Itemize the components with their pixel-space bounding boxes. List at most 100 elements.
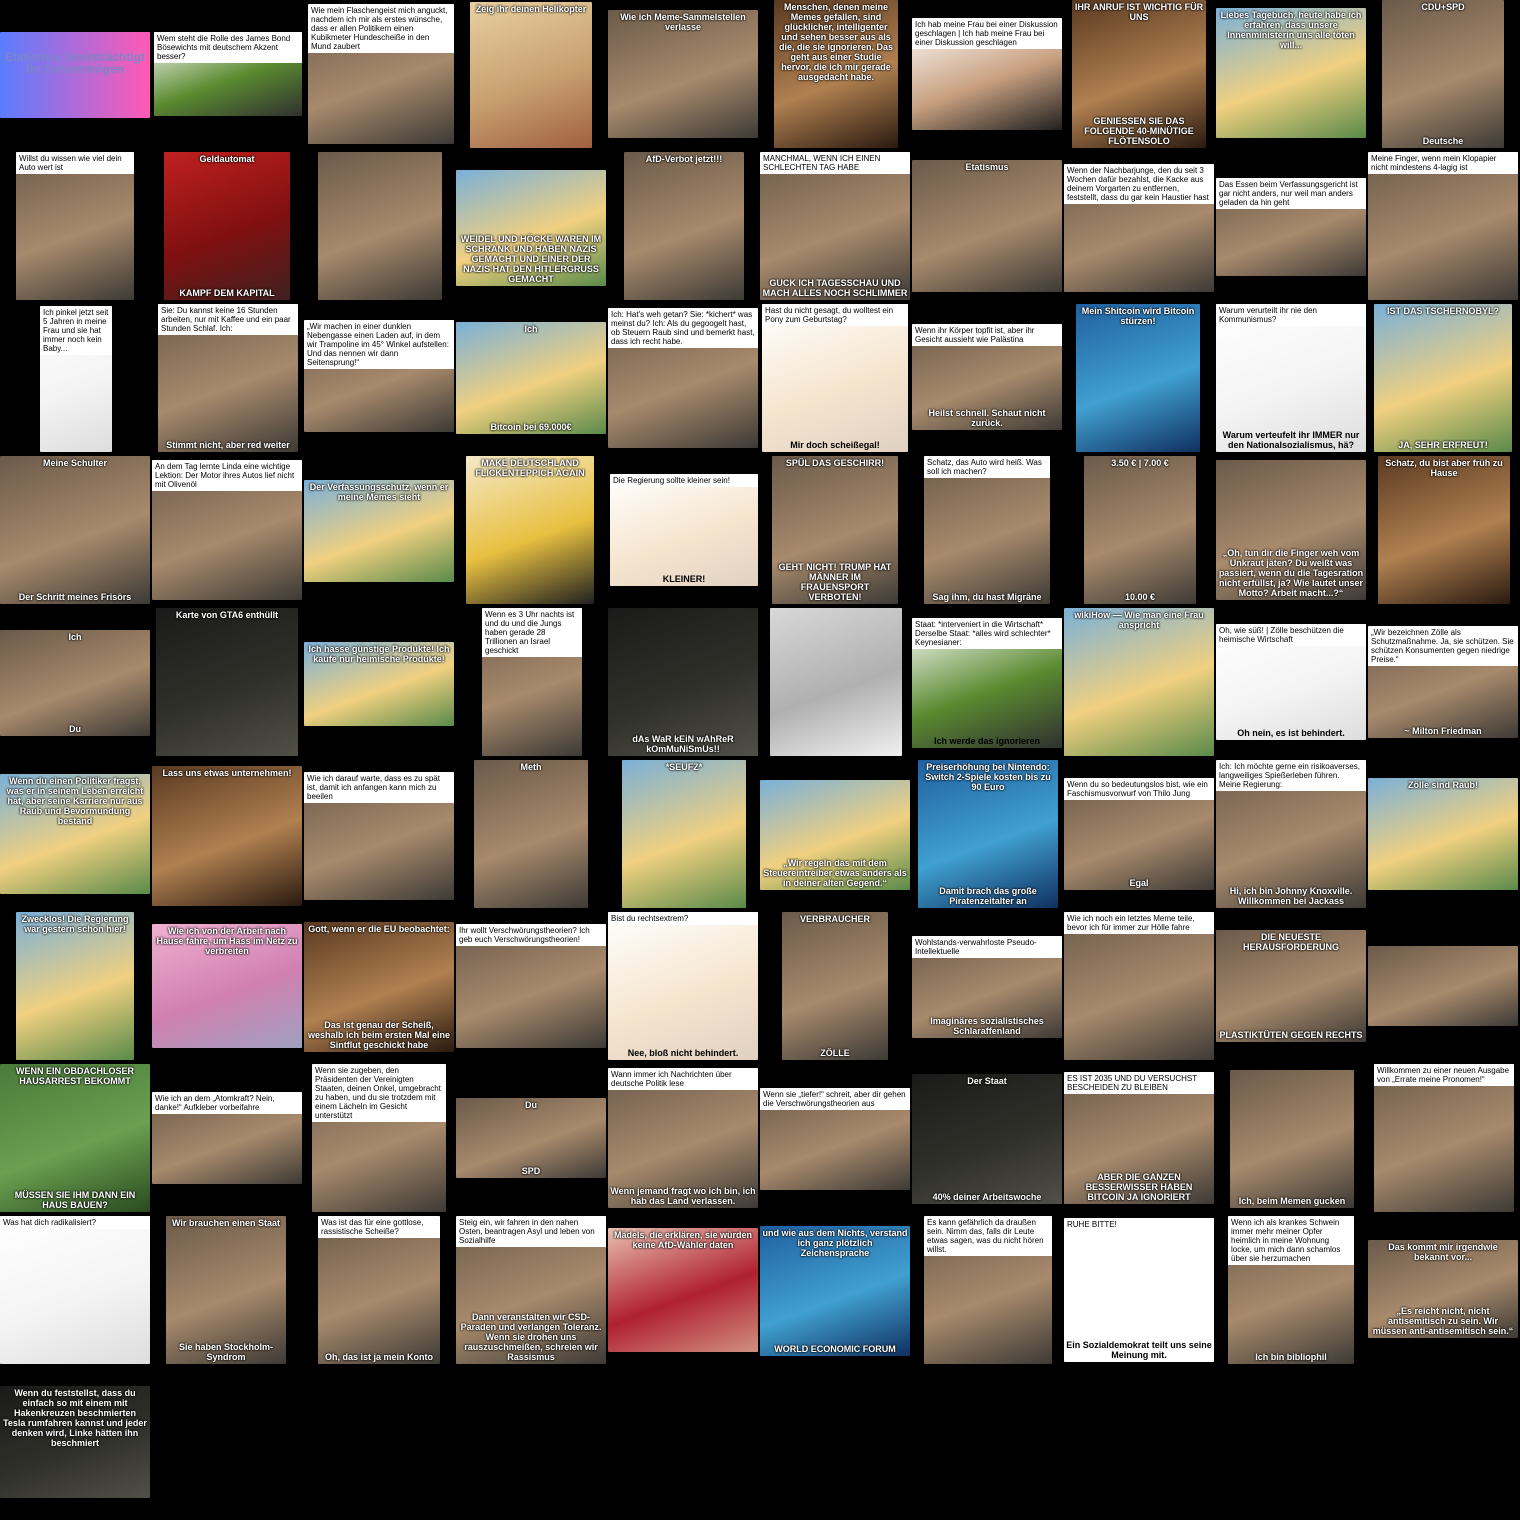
meme-caption-top: ES IST 2035 UND DU VERSUCHST BESCHEIDEN … bbox=[1064, 1072, 1214, 1094]
meme-tile[interactable]: Wem steht die Rolle des James Bond Bösew… bbox=[152, 0, 304, 152]
meme-tile[interactable]: An dem Tag lernte Linda eine wichtige Le… bbox=[152, 456, 304, 608]
meme-tile[interactable]: Wie mein Flaschengeist mich anguckt, nac… bbox=[304, 0, 456, 152]
meme-caption-bottom: Stimmt nicht, aber red weiter bbox=[166, 440, 290, 450]
meme-tile[interactable]: Mein Shitcoin wird Bitcoin stürzen! bbox=[1064, 304, 1216, 456]
meme-tile[interactable]: Menschen, denen meine Memes gefallen, si… bbox=[760, 0, 912, 152]
meme-tile[interactable]: ES IST 2035 UND DU VERSUCHST BESCHEIDEN … bbox=[1064, 1064, 1216, 1216]
meme-tile[interactable]: WENN EIN OBDACHLOSER HAUSARREST BEKOMMT M… bbox=[0, 1064, 152, 1216]
meme-tile[interactable]: Ich Du bbox=[0, 608, 152, 760]
meme-tile[interactable]: Ich hasse günstige Produkte! Ich kaufe n… bbox=[304, 608, 456, 760]
meme-tile[interactable]: WEIDEL UND HÖCKE WAREN IM SCHRANK UND HA… bbox=[456, 152, 608, 304]
meme-tile[interactable]: Wenn ich als krankes Schwein immer mehr … bbox=[1216, 1216, 1368, 1368]
meme-tile[interactable]: MANCHMAL, WENN ICH EINEN SCHLECHTEN TAG … bbox=[760, 152, 912, 304]
meme-tile[interactable]: Was hat dich radikalisiert? bbox=[0, 1216, 152, 1368]
meme-tile[interactable]: Wie ich von der Arbeit nach Hause fahre,… bbox=[152, 912, 304, 1064]
meme-tile[interactable]: Willkommen zu einer neuen Ausgabe von „E… bbox=[1368, 1064, 1520, 1216]
meme-tile[interactable]: Was ist das für eine gottlose, rassistis… bbox=[304, 1216, 456, 1368]
meme-tile[interactable]: Liebes Tagebuch, heute habe ich erfahren… bbox=[1216, 0, 1368, 152]
meme-tile[interactable]: Karte von GTA6 enthüllt bbox=[152, 608, 304, 760]
meme-tile[interactable]: Wann immer ich Nachrichten über deutsche… bbox=[608, 1064, 760, 1216]
meme-tile[interactable]: Wir brauchen einen Staat Sie haben Stockh… bbox=[152, 1216, 304, 1368]
meme-tile[interactable]: Wenn du so bedeutungslos bist, wie ein F… bbox=[1064, 760, 1216, 912]
meme-tile[interactable]: Zwecklos! Die Regierung war gestern scho… bbox=[0, 912, 152, 1064]
meme-tile[interactable]: IST DAS TSCHERNOBYL? JA, SEHR ERFREUT! bbox=[1368, 304, 1520, 456]
meme-tile[interactable]: DIE NEUESTE HERAUSFORDERUNG PLASTIKTÜTEN … bbox=[1216, 912, 1368, 1064]
meme-tile[interactable]: Wohlstands-verwahrloste Pseudo-Intellekt… bbox=[912, 912, 1064, 1064]
meme-tile[interactable] bbox=[1368, 912, 1520, 1064]
meme-tile[interactable]: Meine Finger, wenn mein Klopapier nicht … bbox=[1368, 152, 1520, 304]
meme-tile[interactable]: Der Verfassungsschutz, wenn er meine Mem… bbox=[304, 456, 456, 608]
meme-tile[interactable]: MAKE DEUTSCHLAND FLICKENTEPPICH AGAIN bbox=[456, 456, 608, 608]
meme-tile[interactable]: VERBRAUCHER ZÖLLE bbox=[760, 912, 912, 1064]
meme-tile[interactable]: „Wir regeln das mit dem Steuereintreiber… bbox=[760, 760, 912, 912]
meme-tile[interactable]: wikiHow — Wie man eine Frau anspricht bbox=[1064, 608, 1216, 760]
meme-tile[interactable]: Wenn ihr Körper topfit ist, aber ihr Ges… bbox=[912, 304, 1064, 456]
meme-tile[interactable]: Gott, wenn er die EU beobachtet: Das ist … bbox=[304, 912, 456, 1064]
meme-tile[interactable]: Meine Schulter Der Schritt meines Frisörs bbox=[0, 456, 152, 608]
meme-tile[interactable]: Ich: Ich möchte gerne ein risikoaverses,… bbox=[1216, 760, 1368, 912]
meme-tile[interactable]: „Wir machen in einer dunklen Nebengasse … bbox=[304, 304, 456, 456]
meme-tile[interactable]: SPÜL DAS GESCHIRR! GEHT NICHT! TRUMP HAT … bbox=[760, 456, 912, 608]
meme-tile[interactable]: Ich: Hat's weh getan? Sie: *kichert* was… bbox=[608, 304, 760, 456]
meme-tile[interactable]: Wenn sie „tiefer!“ schreit, aber dir geh… bbox=[760, 1064, 912, 1216]
meme-tile[interactable]: Wie ich darauf warte, dass es zu spät is… bbox=[304, 760, 456, 912]
meme-tile[interactable]: Hast du nicht gesagt, du wolltest ein Po… bbox=[760, 304, 912, 456]
meme-tile[interactable]: RUHE BITTE! Ein Sozialdemokrat teilt uns … bbox=[1064, 1216, 1216, 1368]
meme-image: Wie ich darauf warte, dass es zu spät is… bbox=[304, 772, 454, 900]
meme-tile[interactable]: 3.50 € | 7.00 € 10.00 € bbox=[1064, 456, 1216, 608]
meme-tile[interactable]: Warum verurteilt ihr nie den Kommunismus… bbox=[1216, 304, 1368, 456]
meme-tile[interactable]: Schatz, du bist aber früh zu Hause bbox=[1368, 456, 1520, 608]
meme-tile[interactable]: „Oh, tun dir die Finger weh vom Unkraut … bbox=[1216, 456, 1368, 608]
meme-caption-bottom: Du bbox=[69, 724, 81, 734]
meme-tile[interactable]: Du SPD bbox=[456, 1064, 608, 1216]
meme-tile[interactable]: Wie ich Meme-Sammelstellen verlasse bbox=[608, 0, 760, 152]
meme-tile[interactable]: CDU+SPD Deutsche bbox=[1368, 0, 1520, 152]
meme-tile[interactable]: Steig ein, wir fahren in den nahen Osten… bbox=[456, 1216, 608, 1368]
meme-tile[interactable]: Die Regierung sollte kleiner sein! KLEINE… bbox=[608, 456, 760, 608]
meme-tile[interactable]: Der Staat 40% deiner Arbeitswoche bbox=[912, 1064, 1064, 1216]
meme-tile[interactable]: Ich, beim Memen gucken bbox=[1216, 1064, 1368, 1216]
meme-tile[interactable]: Es kann gefährlich da draußen sein. Nimm… bbox=[912, 1216, 1064, 1368]
meme-tile[interactable]: „Wir bezeichnen Zölle als Schutzmaßnahme… bbox=[1368, 608, 1520, 760]
meme-tile[interactable]: Etatismus bbox=[912, 152, 1064, 304]
meme-tile[interactable]: Wenn du einen Politiker fragst, was er i… bbox=[0, 760, 152, 912]
meme-tile[interactable] bbox=[304, 152, 456, 304]
meme-tile[interactable]: Mädels, die erklären, sie würden keine A… bbox=[608, 1216, 760, 1368]
meme-tile[interactable]: Wenn es 3 Uhr nachts ist und du und die … bbox=[456, 608, 608, 760]
meme-image: Ich: Hat's weh getan? Sie: *kichert* was… bbox=[608, 308, 758, 448]
meme-image: Wann immer ich Nachrichten über deutsche… bbox=[608, 1068, 758, 1208]
meme-tile[interactable]: Meth bbox=[456, 760, 608, 912]
meme-tile[interactable]: Das kommt mir irgendwie bekannt vor... „E… bbox=[1368, 1216, 1520, 1368]
meme-tile[interactable]: und wie aus dem Nichts, verstand ich gan… bbox=[760, 1216, 912, 1368]
meme-tile[interactable]: Ich pinkel jetzt seit 5 Jahren in meine … bbox=[0, 304, 152, 456]
meme-tile[interactable]: IHR ANRUF IST WICHTIG FÜR UNS GENIESSEN S… bbox=[1064, 0, 1216, 152]
meme-caption-top: Es kann gefährlich da draußen sein. Nimm… bbox=[924, 1216, 1052, 1256]
meme-tile[interactable]: Lass uns etwas unternehmen! bbox=[152, 760, 304, 912]
meme-tile[interactable]: Oh, wie süß! | Zölle beschützen die heim… bbox=[1216, 608, 1368, 760]
meme-tile[interactable]: Wenn sie zugeben, den Präsidenten der Ve… bbox=[304, 1064, 456, 1216]
meme-tile[interactable]: Sie: Du kannst keine 16 Stunden arbeiten… bbox=[152, 304, 304, 456]
meme-tile[interactable]: Staat: *interveniert in die Wirtschaft* … bbox=[912, 608, 1064, 760]
meme-tile[interactable]: AfD-Verbot jetzt!!! bbox=[608, 152, 760, 304]
meme-tile[interactable]: Das Essen beim Verfassungsgericht ist ga… bbox=[1216, 152, 1368, 304]
meme-tile[interactable]: *SEUFZ* bbox=[608, 760, 760, 912]
meme-tile[interactable]: Preiserhöhung bei Nintendo: Switch 2-Spi… bbox=[912, 760, 1064, 912]
meme-tile[interactable]: Ich hab meine Frau bei einer Diskussion … bbox=[912, 0, 1064, 152]
meme-tile[interactable]: Wie ich an dem „Atomkraft? Nein, danke!“… bbox=[152, 1064, 304, 1216]
meme-tile[interactable]: dAs WaR kEiN wAhReR kOmMuNiSmUs!! bbox=[608, 608, 760, 760]
meme-tile[interactable]: Ihr wollt Verschwörungstheorien? Ich geb… bbox=[456, 912, 608, 1064]
meme-image: Ich Du bbox=[0, 630, 150, 736]
meme-tile[interactable]: Bist du rechtsextrem? Nee, bloß nicht beh… bbox=[608, 912, 760, 1064]
meme-tile[interactable]: Ich Bitcoin bei 69.000€ bbox=[456, 304, 608, 456]
meme-tile[interactable]: Wie ich noch ein letztes Meme teile, bev… bbox=[1064, 912, 1216, 1064]
meme-tile[interactable] bbox=[760, 608, 912, 760]
meme-caption-top: An dem Tag lernte Linda eine wichtige Le… bbox=[152, 460, 302, 491]
meme-tile[interactable]: Etatismus beeinträchtigt Ihr Sehvermögen bbox=[0, 0, 152, 152]
meme-tile[interactable]: Zölle sind Raub! bbox=[1368, 760, 1520, 912]
meme-tile[interactable]: Geldautomat KAMPF DEM KAPITAL bbox=[152, 152, 304, 304]
meme-tile[interactable]: Wenn du feststellst, dass du einfach so … bbox=[0, 1368, 152, 1520]
meme-tile[interactable]: Willst du wissen wie viel dein Auto wert… bbox=[0, 152, 152, 304]
meme-tile[interactable]: Wenn der Nachbarjunge, den du seit 3 Woc… bbox=[1064, 152, 1216, 304]
meme-tile[interactable]: Zeig ihr deinen Helikopter bbox=[456, 0, 608, 152]
meme-tile[interactable]: Schatz, das Auto wird heiß. Was soll ich… bbox=[912, 456, 1064, 608]
